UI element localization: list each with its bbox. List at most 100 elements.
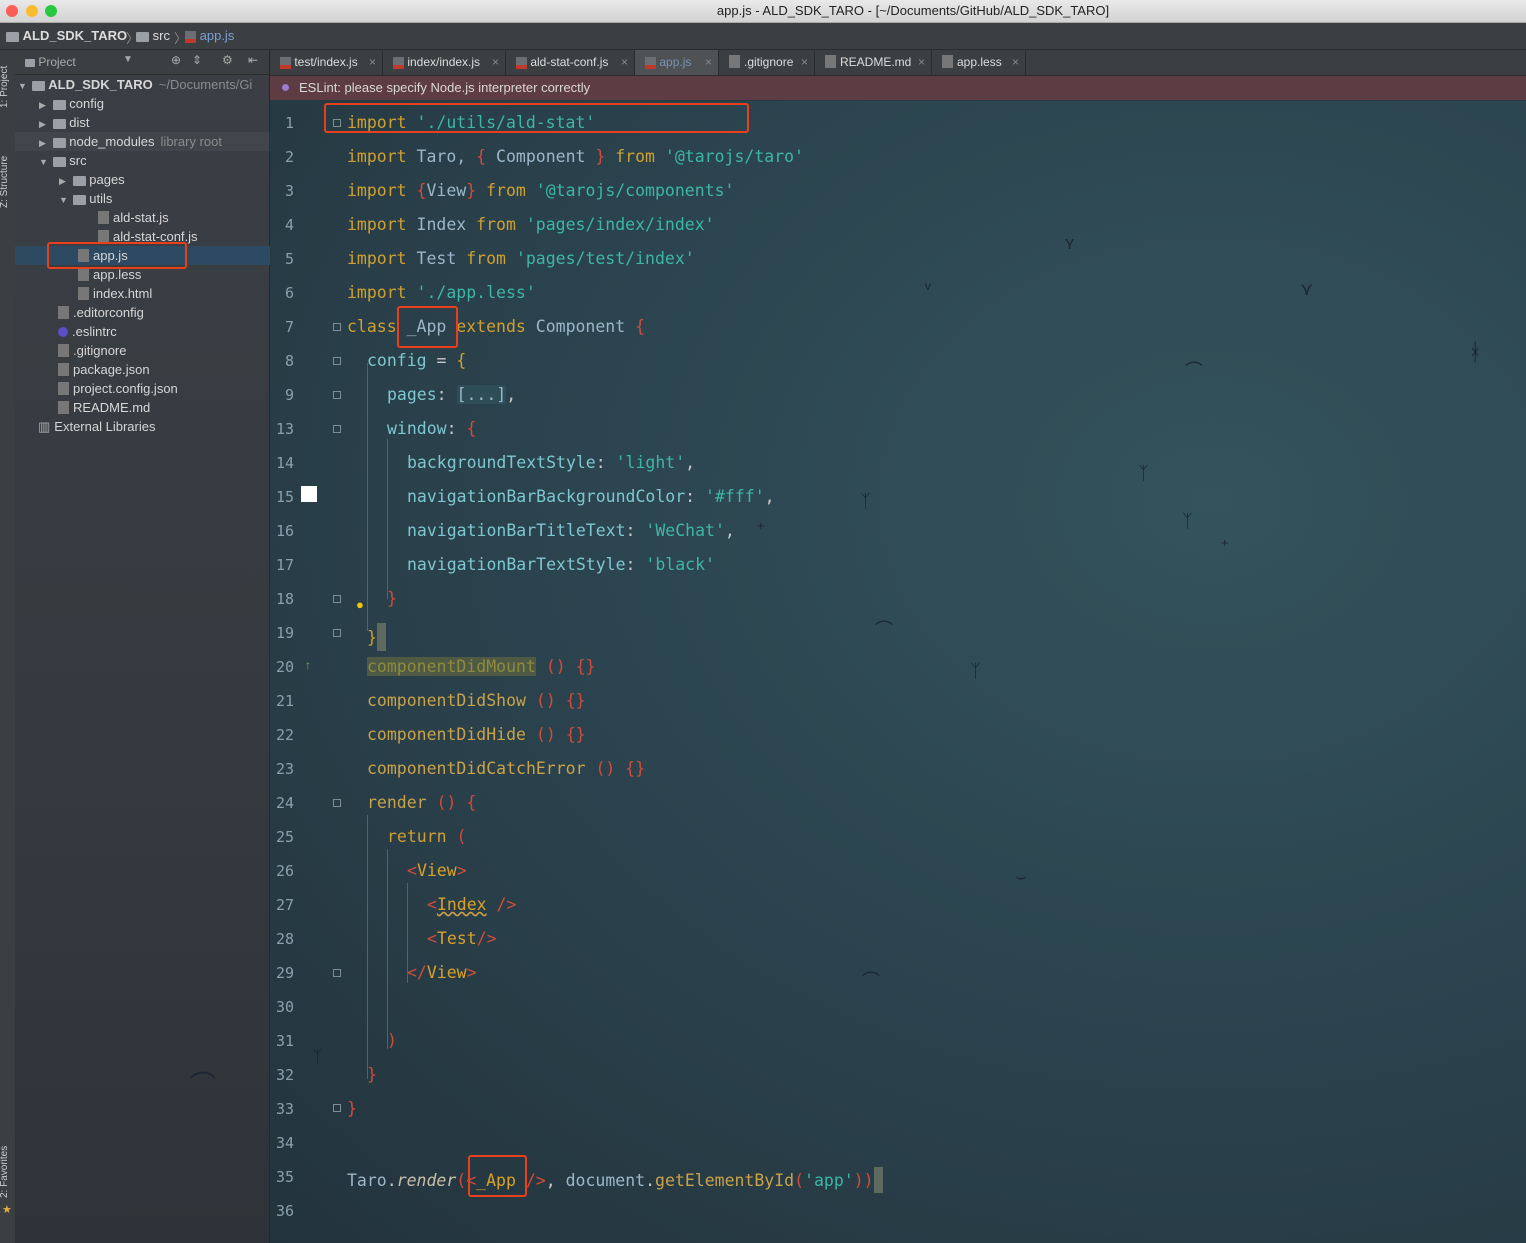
text-cursor	[873, 1167, 883, 1193]
line-number: 8	[284, 352, 294, 370]
bird-decoration: ᛉ	[970, 661, 981, 681]
fold-marker-icon[interactable]	[333, 595, 341, 603]
folder-icon	[25, 58, 35, 67]
eslint-notification[interactable]: ESLint: please specify Node.js interpret…	[270, 76, 1526, 100]
fold-marker-icon[interactable]	[333, 799, 341, 807]
close-icon[interactable]: ×	[1012, 50, 1019, 75]
project-panel: Project ▼ ⊕ ⇕ ⚙ ⇤ ▼ ALD_SDK_TARO ~/Docume…	[15, 50, 332, 1243]
tree-item-external-libraries[interactable]: ▥ External Libraries	[15, 417, 292, 436]
tree-item-utils[interactable]: ▼ utils	[15, 189, 313, 208]
fold-marker-icon[interactable]	[333, 391, 341, 399]
locate-icon[interactable]: ⊕	[171, 53, 181, 67]
tree-item-dist[interactable]: ▶ dist	[15, 113, 293, 132]
code-line-3: import {View} from '@tarojs/components'	[347, 181, 735, 200]
fold-marker-icon[interactable]	[333, 1104, 341, 1112]
highlight-app-class	[397, 306, 458, 348]
gear-icon[interactable]: ⚙	[222, 53, 233, 67]
close-icon[interactable]: ×	[918, 50, 925, 75]
tool-window-strip: 1: Project Z: Structure 2: Favorites ★	[0, 50, 16, 1243]
tree-item-root[interactable]: ▼ ALD_SDK_TARO ~/Documents/Gi	[15, 75, 272, 94]
line-number: 16	[275, 522, 294, 540]
config-file-icon	[58, 306, 69, 319]
line-number: 4	[284, 216, 294, 234]
close-icon[interactable]: ×	[369, 50, 376, 75]
code-line-27: <Index />	[427, 895, 517, 914]
line-number: 31	[275, 1032, 294, 1050]
code-line-9: pages: [...],	[387, 385, 517, 404]
tree-item-gitignore[interactable]: .gitignore	[15, 341, 312, 360]
line-number: 3	[284, 182, 294, 200]
breadcrumb-root[interactable]: ALD_SDK_TARO	[6, 28, 127, 43]
fold-marker-icon[interactable]	[333, 425, 341, 433]
tree-item-readme[interactable]: README.md	[15, 398, 312, 417]
html-file-icon	[78, 287, 89, 300]
project-tool-button[interactable]: 1: Project	[0, 66, 10, 108]
tab-app-js[interactable]: app.js ×	[635, 50, 719, 75]
title-bar: app.js - ALD_SDK_TARO - [~/Documents/Git…	[0, 0, 1526, 23]
structure-tool-button[interactable]: Z: Structure	[0, 156, 10, 208]
code-line-24: render () {	[367, 793, 477, 812]
tree-item-package-json[interactable]: package.json	[15, 360, 312, 379]
fold-marker-icon[interactable]	[333, 969, 341, 977]
tab-index-index-js[interactable]: index/index.js ×	[383, 50, 506, 75]
close-icon[interactable]: ×	[492, 50, 499, 75]
line-number: 34	[275, 1134, 294, 1152]
close-icon[interactable]: ×	[621, 50, 628, 75]
text-file-icon	[729, 55, 740, 68]
star-icon: ★	[2, 1204, 12, 1216]
json-file-icon	[58, 363, 69, 376]
fold-marker-icon[interactable]	[333, 357, 341, 365]
favorites-tool-button[interactable]: 2: Favorites	[0, 1146, 10, 1198]
bird-decoration: ᛉ	[1138, 463, 1149, 483]
js-file-icon	[185, 30, 196, 43]
color-swatch-icon[interactable]	[301, 486, 317, 502]
tree-item-eslintrc[interactable]: .eslintrc	[15, 322, 312, 341]
tree-item-pages[interactable]: ▶ pages	[15, 170, 313, 189]
bird-decoration: ᛉ	[1182, 511, 1193, 531]
code-line-13: window: {	[387, 419, 477, 438]
tab-ald-stat-conf-js[interactable]: ald-stat-conf.js ×	[506, 50, 635, 75]
fold-marker-icon[interactable]	[333, 323, 341, 331]
tab-test-index-js[interactable]: test/index.js ×	[270, 50, 383, 75]
code-line-8: config = {	[367, 351, 467, 370]
hide-panel-icon[interactable]: ⇤	[248, 53, 258, 67]
tree-item-project-config-json[interactable]: project.config.json	[15, 379, 312, 398]
tree-item-config[interactable]: ▶ config	[15, 94, 293, 113]
code-line-26: <View>	[407, 861, 467, 880]
folder-icon	[52, 99, 66, 110]
code-editor[interactable]: ʏ ᵥ ⋎ ⌒ ᚼ ᛉ ᛉ ᛉ ⁺ ⁺ ⌒ ᛉ ⌣ ⌒ ᛉ 1 2 3 4 5 …	[270, 101, 1526, 1243]
close-icon[interactable]: ×	[705, 50, 712, 75]
code-line-5: import Test from 'pages/test/index'	[347, 249, 695, 268]
breadcrumb: ALD_SDK_TARO 〉 src 〉 app.js	[0, 23, 1526, 50]
text-file-icon	[58, 344, 69, 357]
line-number: 19	[275, 624, 294, 642]
breadcrumb-src[interactable]: src	[136, 28, 170, 43]
markdown-file-icon	[825, 55, 836, 68]
tree-item-src[interactable]: ▼ src	[15, 151, 293, 170]
line-number: 7	[284, 318, 294, 336]
folder-icon	[136, 31, 149, 42]
override-icon[interactable]: ↑	[305, 658, 311, 672]
tree-item-node-modules[interactable]: ▶ node_modules library root	[15, 132, 293, 151]
line-number: 26	[275, 862, 294, 880]
project-view-selector[interactable]: Project	[25, 55, 76, 69]
close-icon[interactable]: ×	[801, 50, 808, 75]
tab-gitignore[interactable]: .gitignore ×	[719, 50, 815, 75]
window-title: app.js - ALD_SDK_TARO - [~/Documents/Git…	[716, 3, 1110, 18]
collapse-all-icon[interactable]: ⇕	[192, 53, 202, 67]
tab-readme[interactable]: README.md ×	[815, 50, 932, 75]
chevron-down-icon[interactable]: ▼	[123, 54, 133, 65]
tree-item-editorconfig[interactable]: .editorconfig	[15, 303, 312, 322]
js-file-icon	[516, 56, 527, 69]
binary-file-icon	[98, 211, 109, 224]
folder-icon	[52, 118, 66, 129]
bird-decoration: ⌒	[1185, 361, 1203, 381]
line-number: 29	[275, 964, 294, 982]
fold-marker-icon[interactable]	[333, 629, 341, 637]
line-number: 30	[275, 998, 294, 1016]
line-number: 24	[275, 794, 294, 812]
breadcrumb-file[interactable]: app.js	[185, 28, 234, 43]
bird-decoration: ᚼ	[1468, 339, 1483, 366]
code-line-21: componentDidShow () {}	[367, 691, 586, 710]
tab-app-less[interactable]: app.less ×	[932, 50, 1026, 75]
